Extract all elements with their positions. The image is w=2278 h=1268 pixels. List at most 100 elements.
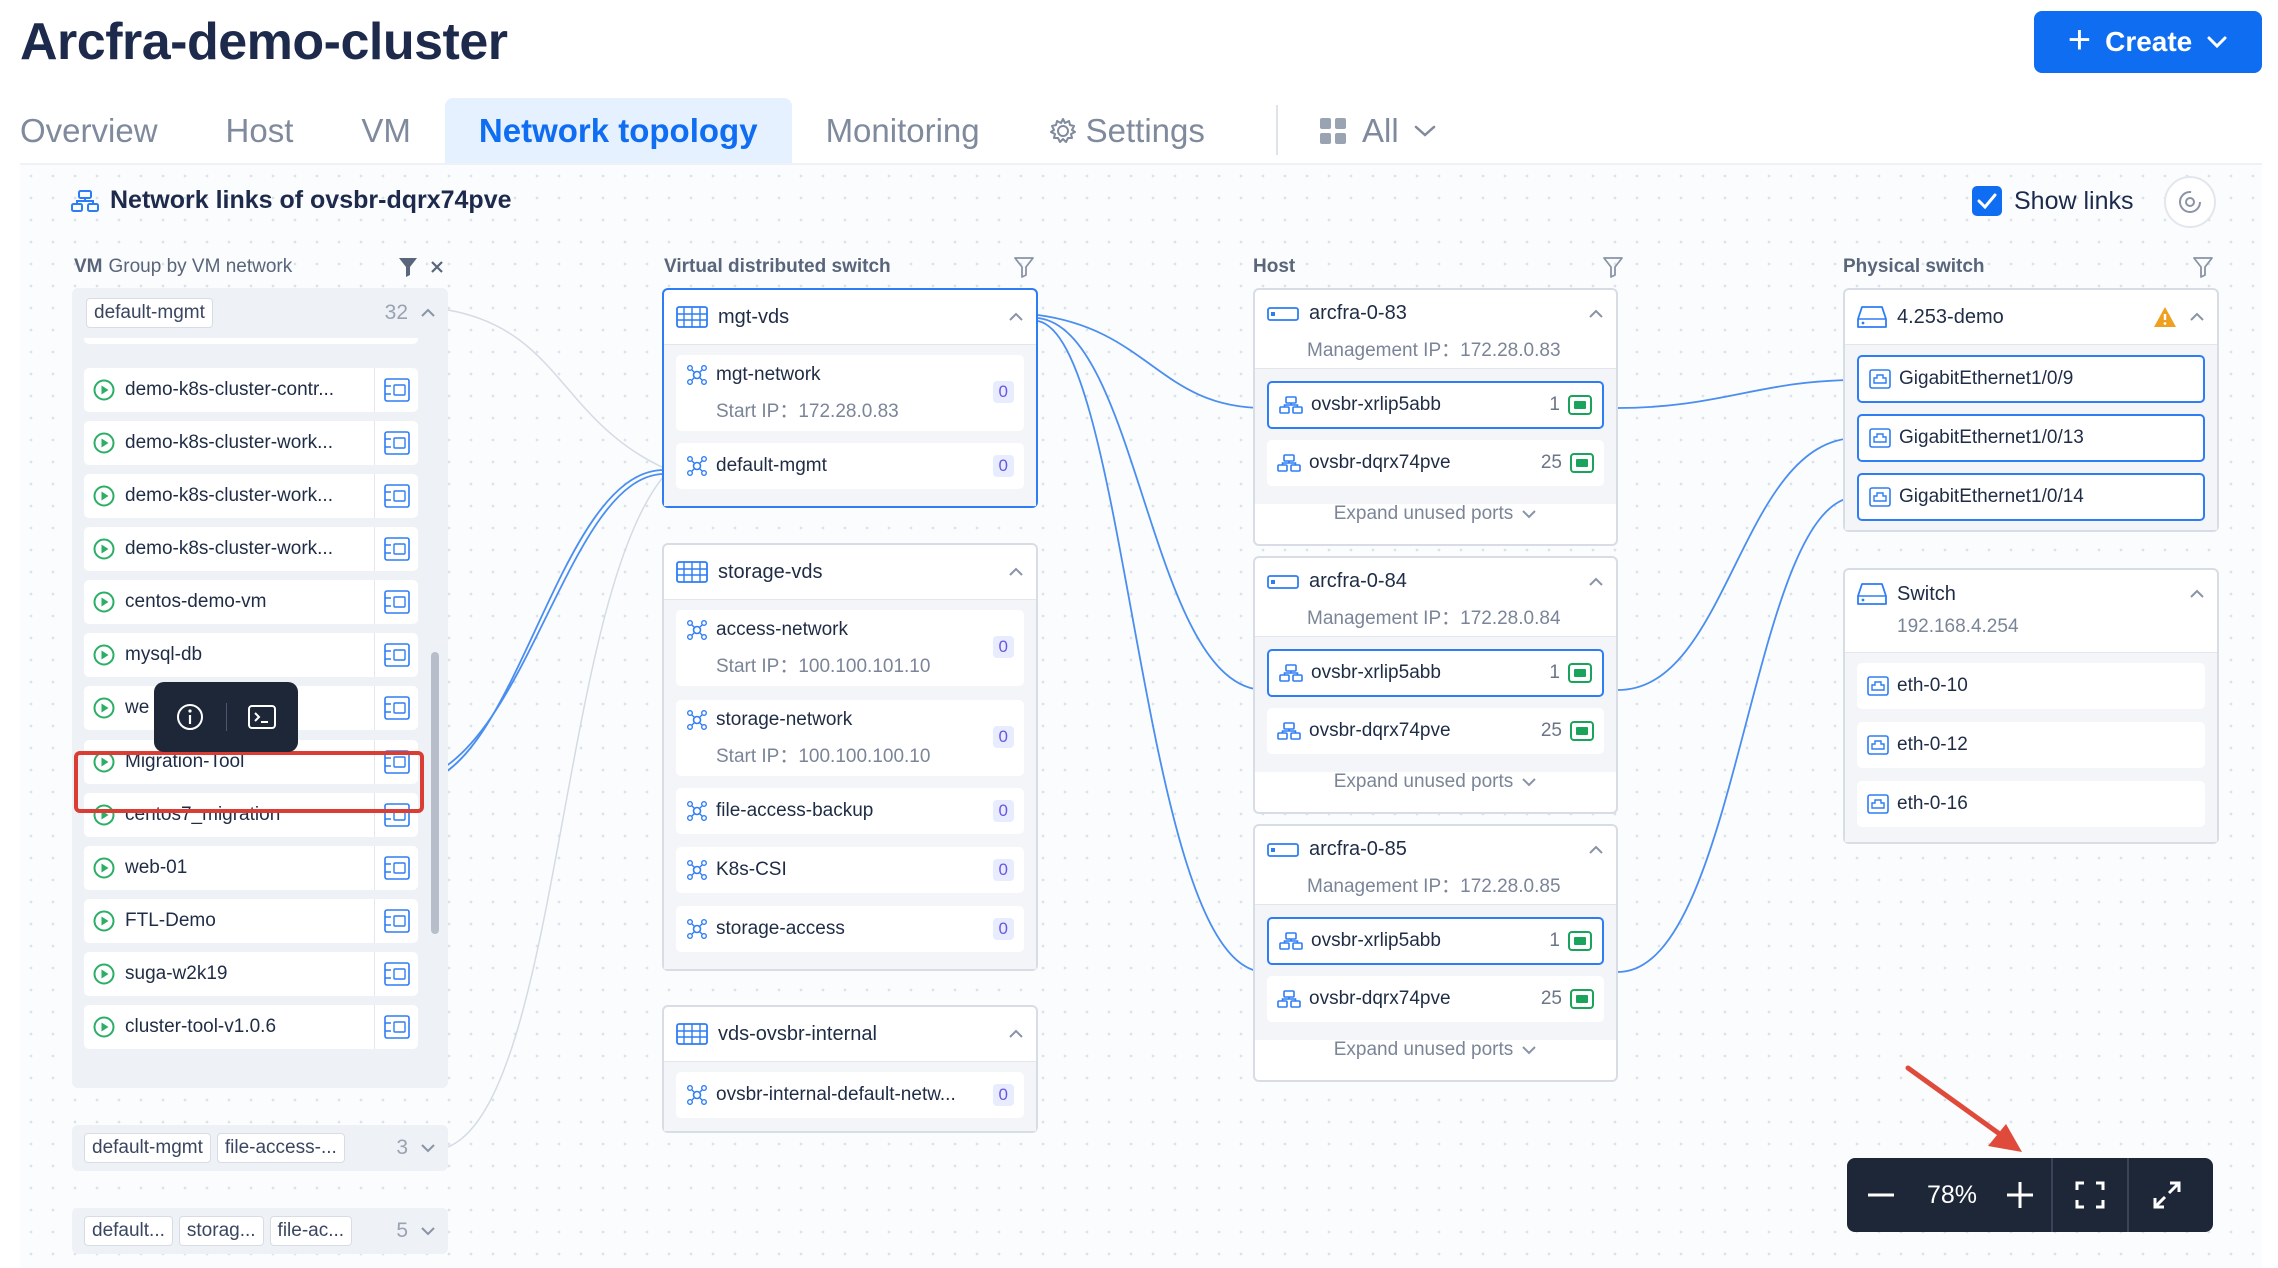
vm-list-item[interactable]: demo-k8s-cluster-contr...: [84, 368, 418, 412]
vm-nic-icon[interactable]: [374, 527, 418, 571]
vm-list-item[interactable]: demo-k8s-cluster-work...: [84, 474, 418, 518]
vm-list-item[interactable]: centos-demo-vm: [84, 580, 418, 624]
vm-network-item[interactable]: file-access-backup 0: [676, 788, 1024, 834]
vm-network-item[interactable]: storage-network 0 Start IP：100.100.100.1…: [676, 700, 1024, 776]
expand-unused-ports-button[interactable]: Expand unused ports: [1255, 771, 1616, 793]
switch-header[interactable]: 4.253-demo: [1845, 290, 2217, 344]
zoom-in-button[interactable]: [1989, 1158, 2051, 1232]
vm-nic-icon[interactable]: [374, 368, 418, 412]
vm-nic-icon[interactable]: [374, 633, 418, 677]
vm-network-item[interactable]: mgt-network 0 Start IP：172.28.0.83: [676, 355, 1024, 431]
vds-header[interactable]: mgt-vds: [664, 290, 1036, 344]
vm-nic-icon[interactable]: [374, 899, 418, 943]
vm-running-icon: [93, 857, 115, 879]
vm-count-badge: 0: [992, 859, 1014, 881]
vds-name: vds-ovsbr-internal: [718, 1022, 877, 1045]
bridge-name: ovsbr-dqrx74pve: [1309, 988, 1451, 1009]
popover-divider: [225, 703, 227, 731]
vm-nic-icon[interactable]: [374, 580, 418, 624]
vm-network-item[interactable]: K8s-CSI 0: [676, 847, 1024, 893]
vm-network-item[interactable]: access-network 0 Start IP：100.100.101.10: [676, 610, 1024, 686]
fullscreen-button[interactable]: [2129, 1158, 2205, 1232]
vm-count-badge: 0: [992, 381, 1014, 403]
expand-unused-ports-button[interactable]: Expand unused ports: [1255, 503, 1616, 525]
nic-icon: [1570, 989, 1594, 1009]
switch-card-4-253-demo[interactable]: 4.253-demo GigabitEthernet1/0/9 GigabitE…: [1843, 288, 2219, 532]
vds-card-storage-vds[interactable]: storage-vds access-network 0 Start IP：10…: [662, 543, 1038, 971]
host-bridge-port[interactable]: ovsbr-dqrx74pve 25: [1267, 440, 1604, 486]
vm-network-item[interactable]: default-mgmt 0: [676, 443, 1024, 489]
ethernet-port-icon: [1867, 794, 1889, 814]
warning-icon[interactable]: [2153, 306, 2177, 328]
plus-icon: [2007, 1182, 2033, 1208]
vm-list-item[interactable]: cluster-tool-v1.0.6: [84, 1005, 418, 1049]
chevron-up-icon[interactable]: [1008, 567, 1024, 577]
vm-nic-icon[interactable]: [374, 1005, 418, 1049]
switch-port-item[interactable]: GigabitEthernet1/0/9: [1857, 355, 2205, 403]
nic-icon: [1568, 931, 1592, 951]
vm-nic-icon[interactable]: [374, 421, 418, 465]
vm-list-item[interactable]: suga-w2k19: [84, 952, 418, 996]
chevron-up-icon[interactable]: [2189, 312, 2205, 322]
chevron-up-icon[interactable]: [1008, 1029, 1024, 1039]
vds-icon: [676, 561, 708, 583]
switch-port-item[interactable]: GigabitEthernet1/0/14: [1857, 473, 2205, 521]
vm-list-item[interactable]: mysql-db: [84, 633, 418, 677]
host-card[interactable]: arcfra-0-85 Management IP：172.28.0.85 ovsb…: [1253, 824, 1618, 1082]
host-header[interactable]: arcfra-0-83 Management IP：172.28.0.83: [1255, 290, 1616, 368]
switch-card-switch[interactable]: Switch 192.168.4.254 eth-0-10 eth-0-12 e…: [1843, 568, 2219, 844]
vm-list-item[interactable]: demo-k8s-cluster-work...: [84, 527, 418, 571]
host-bridge-port[interactable]: ovsbr-dqrx74pve 25: [1267, 976, 1604, 1022]
nic-count: 1: [1549, 394, 1560, 415]
host-header[interactable]: arcfra-0-84 Management IP：172.28.0.84: [1255, 558, 1616, 636]
vm-list-item[interactable]: FTL-Demo: [84, 899, 418, 943]
vm-network-item[interactable]: ovsbr-internal-default-netw... 0: [676, 1072, 1024, 1118]
switch-port-item[interactable]: GigabitEthernet1/0/13: [1857, 414, 2205, 462]
vm-count-badge: 0: [992, 918, 1014, 940]
vm-network-item[interactable]: storage-access 0: [676, 906, 1024, 952]
vm-count: 32: [384, 301, 408, 324]
vm-nic-icon[interactable]: [374, 686, 418, 730]
expand-unused-ports-button[interactable]: Expand unused ports: [1255, 1039, 1616, 1061]
switch-header[interactable]: Switch 192.168.4.254: [1845, 570, 2217, 652]
vds-card-vds-ovsbr-internal[interactable]: vds-ovsbr-internal ovsbr-internal-defaul…: [662, 1005, 1038, 1133]
chevron-up-icon[interactable]: [1588, 577, 1604, 587]
vm-group-header[interactable]: default-mgmt 32: [72, 288, 448, 338]
vm-list-item[interactable]: demo-k8s-cluster-work...: [84, 421, 418, 465]
chevron-down-icon: [421, 1144, 435, 1153]
vds-header[interactable]: vds-ovsbr-internal: [664, 1007, 1036, 1061]
host-bridge-port[interactable]: ovsbr-xrlip5abb 1: [1267, 917, 1604, 965]
chevron-down-icon: [1521, 777, 1537, 787]
switch-port-item[interactable]: eth-0-16: [1857, 781, 2205, 827]
host-header[interactable]: arcfra-0-85 Management IP：172.28.0.85: [1255, 826, 1616, 904]
vm-nic-icon[interactable]: [374, 952, 418, 996]
management-ip-label: Management IP：: [1307, 876, 1461, 897]
vm-nic-icon[interactable]: [374, 846, 418, 890]
chevron-up-icon[interactable]: [1588, 845, 1604, 855]
vds-header[interactable]: storage-vds: [664, 545, 1036, 599]
vm-list-scrollbar[interactable]: [431, 652, 439, 934]
vm-group-collapsed[interactable]: default... storag... file-ac... 5: [72, 1208, 448, 1254]
switch-port-name: GigabitEthernet1/0/14: [1899, 486, 2084, 507]
switch-port-item[interactable]: eth-0-10: [1857, 663, 2205, 709]
host-bridge-port[interactable]: ovsbr-xrlip5abb 1: [1267, 649, 1604, 697]
host-bridge-port[interactable]: ovsbr-xrlip5abb 1: [1267, 381, 1604, 429]
vm-group-collapsed[interactable]: default-mgmt file-access-... 3: [72, 1125, 448, 1171]
vds-card-mgt-vds[interactable]: mgt-vds mgt-network 0 Start IP：172.28.0.…: [662, 288, 1038, 508]
console-icon[interactable]: [247, 703, 277, 731]
vm-action-popover: [154, 682, 298, 752]
host-bridge-port[interactable]: ovsbr-dqrx74pve 25: [1267, 708, 1604, 754]
chevron-up-icon[interactable]: [2189, 589, 2205, 599]
vds-icon: [676, 306, 708, 328]
chevron-up-icon[interactable]: [1008, 312, 1024, 322]
host-card[interactable]: arcfra-0-83 Management IP：172.28.0.83 ovsb…: [1253, 288, 1618, 546]
info-icon[interactable]: [175, 702, 205, 732]
chevron-up-icon[interactable]: [1588, 309, 1604, 319]
host-card[interactable]: arcfra-0-84 Management IP：172.28.0.84 ovsb…: [1253, 556, 1618, 814]
vm-nic-icon[interactable]: [374, 474, 418, 518]
vm-list-item[interactable]: web-01: [84, 846, 418, 890]
switch-port-item[interactable]: eth-0-12: [1857, 722, 2205, 768]
start-ip: Start IP：100.100.101.10: [686, 651, 1014, 678]
fit-view-button[interactable]: [2053, 1158, 2127, 1232]
zoom-out-button[interactable]: [1847, 1158, 1915, 1232]
